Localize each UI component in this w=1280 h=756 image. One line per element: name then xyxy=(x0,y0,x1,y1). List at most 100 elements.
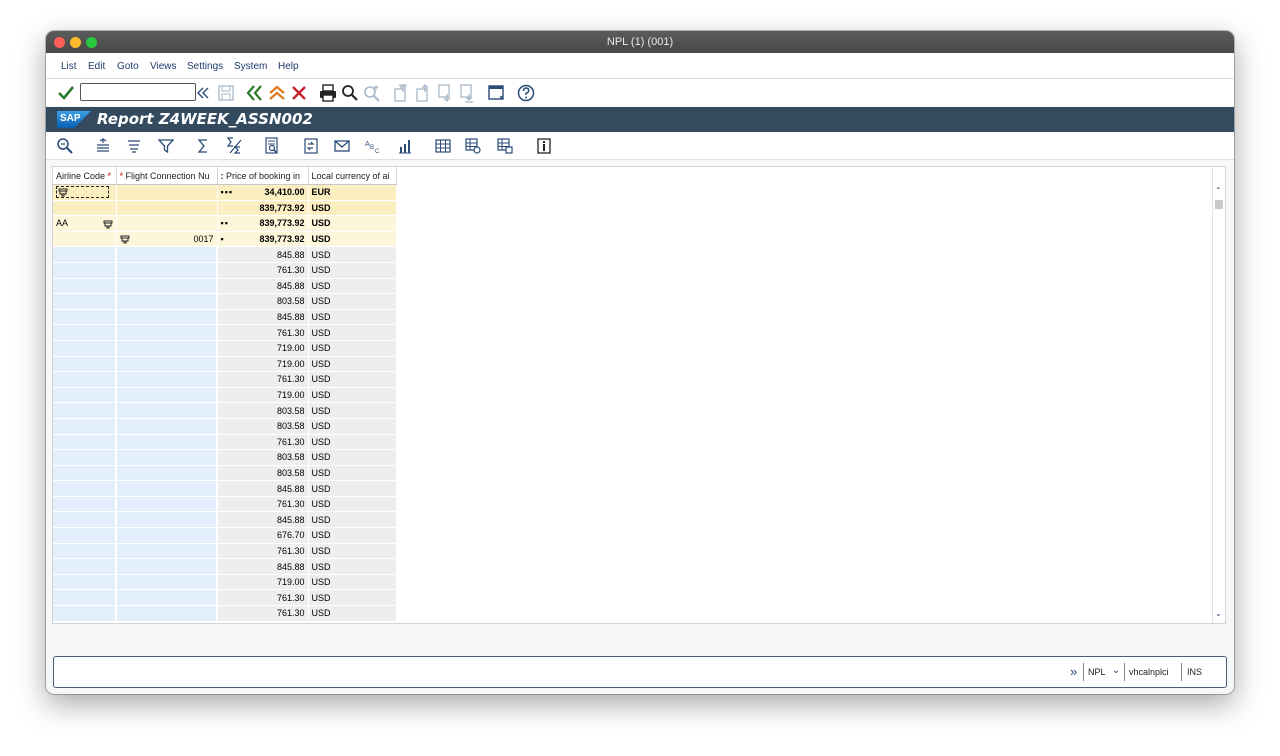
table-row[interactable]: 761.30 USD xyxy=(53,262,397,279)
menu-system[interactable]: System xyxy=(234,61,267,72)
status-expand-icon[interactable]: » xyxy=(1070,664,1077,679)
table-row[interactable]: 761.30 USD xyxy=(53,496,397,513)
currency-value: USD xyxy=(311,296,331,307)
find-icon[interactable] xyxy=(340,83,360,103)
expand-command-icon[interactable] xyxy=(193,83,213,103)
scroll-down-icon[interactable]: ⌄ xyxy=(1215,609,1222,618)
alv-toolbar: ABC xyxy=(46,132,1234,160)
exit-icon[interactable] xyxy=(267,83,287,103)
subtotal-row[interactable]: 0017 ▪ 839,773.92 USD xyxy=(53,231,397,248)
subtotal-row[interactable]: AA ▪▪ 839,773.92 USD xyxy=(53,215,397,232)
details-icon[interactable] xyxy=(56,137,74,155)
menu-edit[interactable]: Edit xyxy=(88,61,105,72)
status-dropdown-icon[interactable]: ⌄ xyxy=(1112,665,1120,676)
table-row[interactable]: 719.00 USD xyxy=(53,574,397,591)
price-value: 719.00 xyxy=(276,343,305,354)
find-next-icon[interactable] xyxy=(362,83,382,103)
table-row[interactable]: 719.00 USD xyxy=(53,340,397,357)
scroll-up-icon[interactable]: ⌃ xyxy=(1215,186,1222,195)
menu-goto[interactable]: Goto xyxy=(117,61,139,72)
layout-grid-icon[interactable] xyxy=(434,137,452,155)
minimize-window-button[interactable] xyxy=(70,37,81,48)
change-layout-icon[interactable] xyxy=(464,137,482,155)
cancel-icon[interactable] xyxy=(289,83,309,103)
column-header-flight-connection[interactable]: * Flight Connection Nu xyxy=(116,167,218,185)
save-icon[interactable] xyxy=(216,83,236,103)
sort-ascending-icon[interactable] xyxy=(94,137,112,155)
table-row[interactable]: 761.30 USD xyxy=(53,324,397,341)
total-icon[interactable] xyxy=(194,137,212,155)
column-header-airline-code[interactable]: Airline Code * xyxy=(53,167,117,185)
currency-value: USD xyxy=(311,592,331,603)
table-row[interactable]: 845.88 USD xyxy=(53,278,397,295)
close-window-button[interactable] xyxy=(54,37,65,48)
table-row[interactable]: 761.30 USD xyxy=(53,434,397,451)
subtotal-row[interactable]: 839,773.92 USD xyxy=(53,200,397,217)
currency-value: USD xyxy=(311,280,331,291)
table-row[interactable]: 676.70 USD xyxy=(53,527,397,544)
command-field[interactable] xyxy=(80,83,196,101)
back-icon[interactable] xyxy=(245,83,265,103)
table-row[interactable]: 845.88 USD xyxy=(53,480,397,497)
price-value: 845.88 xyxy=(276,249,305,260)
table-row[interactable]: 845.88 USD xyxy=(53,246,397,263)
enter-checkmark-icon[interactable] xyxy=(56,83,76,103)
table-row[interactable]: 845.88 USD xyxy=(53,558,397,575)
price-value: 761.30 xyxy=(276,499,305,510)
table-row[interactable]: 761.30 USD xyxy=(53,605,397,622)
maximize-window-button[interactable] xyxy=(86,37,97,48)
vertical-scrollbar[interactable]: ⌃ ⌄ xyxy=(1212,167,1225,623)
menu-settings[interactable]: Settings xyxy=(187,61,223,72)
hierarchy-dots: ▪▪▪ xyxy=(220,187,234,198)
status-insert-mode: INS xyxy=(1187,667,1203,677)
previous-page-icon[interactable] xyxy=(413,83,433,103)
table-row[interactable]: 803.58 USD xyxy=(53,449,397,466)
table-row[interactable]: 803.58 USD xyxy=(53,418,397,435)
word-processing-icon[interactable]: A BC xyxy=(364,137,382,155)
price-value: 845.88 xyxy=(276,483,305,494)
table-row[interactable]: 803.58 USD xyxy=(53,293,397,310)
save-layout-icon[interactable] xyxy=(496,137,514,155)
table-row[interactable]: 761.30 USD xyxy=(53,371,397,388)
graphic-icon[interactable] xyxy=(396,137,414,155)
subtotal-level-icon[interactable] xyxy=(120,235,130,244)
price-value: 803.58 xyxy=(276,467,305,478)
currency-value: USD xyxy=(311,514,331,525)
table-row[interactable]: 803.58 USD xyxy=(53,465,397,482)
last-page-icon[interactable] xyxy=(457,83,477,103)
print-icon[interactable] xyxy=(318,83,338,103)
table-row[interactable]: 803.58 USD xyxy=(53,402,397,419)
price-value: 803.58 xyxy=(276,296,305,307)
menu-views[interactable]: Views xyxy=(150,61,177,72)
sort-descending-icon[interactable] xyxy=(125,137,143,155)
subtotal-level-icon[interactable] xyxy=(103,220,113,229)
currency-value: USD xyxy=(311,421,331,432)
subtotals-icon[interactable] xyxy=(226,137,244,155)
help-icon[interactable] xyxy=(516,83,536,103)
column-header-price[interactable]: : Price of booking in xyxy=(217,167,309,185)
table-row[interactable]: 761.30 USD xyxy=(53,543,397,560)
scroll-thumb[interactable] xyxy=(1215,200,1223,209)
table-row[interactable]: 719.00 USD xyxy=(53,356,397,373)
currency-value: USD xyxy=(311,374,331,385)
table-row[interactable]: 845.88 USD xyxy=(53,511,397,529)
column-header-currency[interactable]: Local currency of ai xyxy=(308,167,397,185)
new-session-icon[interactable] xyxy=(486,83,506,103)
mail-icon[interactable] xyxy=(333,137,351,155)
menu-help[interactable]: Help xyxy=(278,61,299,72)
subtotal-level-icon[interactable] xyxy=(58,188,68,197)
subtotal-row[interactable]: ▪▪▪ 34,410.00 EUR xyxy=(53,184,397,201)
table-row[interactable]: 761.30 USD xyxy=(53,589,397,607)
table-row[interactable]: 845.88 USD xyxy=(53,309,397,326)
filter-icon[interactable] xyxy=(157,137,175,155)
next-page-icon[interactable] xyxy=(435,83,455,103)
print-preview-icon[interactable] xyxy=(263,137,281,155)
currency-value: USD xyxy=(311,452,331,463)
menu-list[interactable]: List xyxy=(61,61,77,72)
export-icon[interactable] xyxy=(302,137,320,155)
first-page-icon[interactable] xyxy=(391,83,411,103)
info-icon[interactable] xyxy=(535,137,553,155)
price-value: 761.30 xyxy=(276,327,305,338)
window-title: NPL (1) (001) xyxy=(606,36,674,48)
table-row[interactable]: 719.00 USD xyxy=(53,387,397,404)
